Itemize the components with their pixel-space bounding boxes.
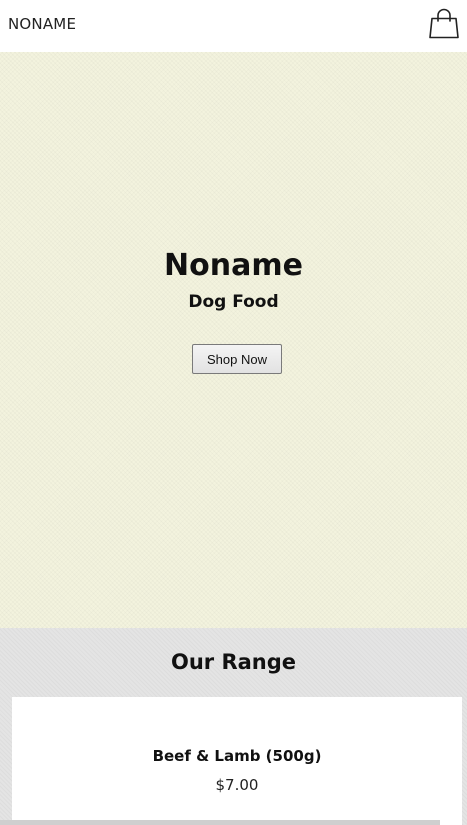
- product-name: Beef & Lamb (500g): [152, 747, 322, 765]
- shopping-bag-icon[interactable]: [429, 8, 459, 40]
- hero-title: Noname: [164, 248, 303, 283]
- product-card[interactable]: Beef & Lamb (500g) $7.00: [12, 697, 462, 825]
- section-title: Our Range: [170, 650, 297, 674]
- page: NONAME Noname Dog Food Shop Now Our Rang…: [0, 0, 467, 825]
- our-range-section: Our Range Beef & Lamb (500g) $7.00: [0, 628, 467, 825]
- site-header: NONAME: [0, 0, 467, 52]
- shop-now-button[interactable]: Shop Now: [192, 344, 282, 374]
- hero-subtitle: Dog Food: [188, 292, 279, 312]
- horizontal-scrollbar[interactable]: [0, 820, 440, 825]
- hero-banner: Noname Dog Food Shop Now: [0, 52, 467, 628]
- brand-logo-text[interactable]: NONAME: [8, 15, 76, 33]
- product-price: $7.00: [215, 776, 259, 794]
